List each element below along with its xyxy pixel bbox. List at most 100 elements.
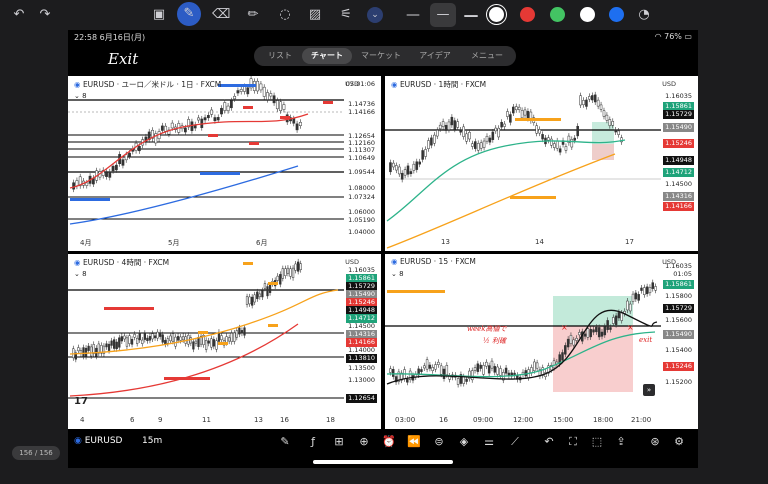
price-label: 1.13000 — [348, 376, 375, 384]
x-tick: 21:00 — [631, 416, 652, 424]
4h-red-ma — [69, 323, 299, 397]
chart-panel-1h[interactable]: ◉ EURUSD · 1時間 · FXCM USD 1.16035 1.15861… — [385, 76, 698, 251]
daily-candles — [72, 76, 302, 193]
chart-panel-daily[interactable]: ◉ EURUSD · ユーロ／米ドル · 1日 · FXCM ⌄ 8 USD 0… — [68, 76, 381, 251]
price-label: 1.14500 — [665, 180, 692, 188]
price-label: 1.15246 — [663, 139, 694, 148]
price-label: 1.15729 — [663, 110, 694, 119]
home-indicator[interactable] — [313, 460, 453, 464]
svg-text:×: × — [561, 323, 568, 332]
chart-title: ◉ EURUSD · 15 · FXCM — [391, 257, 476, 266]
price-label: 1.14712 — [663, 168, 694, 177]
svg-text:×: × — [627, 323, 634, 332]
snapshot-icon[interactable]: ⬚ — [590, 435, 604, 449]
price-label: 1.15246 — [663, 362, 694, 371]
wifi-icon: ◠ — [654, 32, 665, 41]
price-label: 1.14316 — [663, 192, 694, 201]
x-tick: 4月 — [80, 239, 92, 247]
layout-icon[interactable]: ⊞ — [332, 435, 346, 449]
settings-sliders-icon[interactable]: ⚌ — [482, 435, 496, 449]
compare-icon[interactable]: ⊜ — [432, 435, 446, 449]
color-white-swatch[interactable] — [489, 7, 504, 22]
thick-line-icon[interactable]: — — [462, 6, 480, 24]
chart-panel-4h[interactable]: 17 ◉ EURUSD · 4時間 · FXCM ⌄ 8 USD 1.16035… — [68, 254, 381, 429]
color-white2-swatch[interactable] — [580, 7, 595, 22]
chevron-down-icon[interactable]: ⌄ — [367, 7, 383, 23]
x-tick: 18:00 — [593, 416, 614, 424]
price-label: 1.14166 — [348, 108, 375, 116]
x-tick: 12:00 — [513, 416, 534, 424]
status-battery: ◠ 76% ▭ — [654, 32, 692, 41]
tab-ideas[interactable]: アイデア — [410, 46, 460, 66]
share-icon[interactable]: ⇪ — [614, 435, 628, 449]
price-label: 1.04000 — [348, 228, 375, 236]
4h-candles — [72, 258, 302, 363]
blue-zone-marker — [200, 172, 240, 175]
x-tick: 15:00 — [553, 416, 574, 424]
fullscreen-icon[interactable]: ⛶ — [566, 435, 580, 449]
x-tick: 4 — [80, 416, 85, 424]
indicators-icon[interactable]: ƒ — [306, 435, 320, 449]
highlighter-icon[interactable]: ✏ — [244, 6, 262, 24]
tab-list[interactable]: リスト — [256, 46, 304, 66]
redo-icon[interactable]: ↷ — [36, 6, 54, 24]
color-blue-swatch[interactable] — [609, 7, 624, 22]
price-label: 01:05 — [673, 270, 692, 278]
undo-icon[interactable]: ↶ — [542, 435, 556, 449]
x-tick: 6 — [130, 416, 135, 424]
tab-market[interactable]: マーケット — [352, 46, 410, 66]
price-label: 1.08000 — [348, 184, 375, 192]
chart-settings-icon[interactable]: ⚙ — [672, 435, 686, 449]
currency-label: USD — [345, 258, 359, 266]
alert-icon[interactable]: ⏰ — [382, 435, 396, 449]
indicator-count[interactable]: ⌄ 8 — [74, 270, 87, 278]
undo-icon[interactable]: ↶ — [10, 6, 28, 24]
blue-zone-marker — [70, 198, 110, 201]
pen-tool-icon[interactable]: ✎ — [177, 2, 201, 26]
tab-menu[interactable]: メニュー — [460, 46, 514, 66]
layers-icon[interactable]: ◈ — [457, 435, 471, 449]
price-label: 07:01:06 — [345, 80, 375, 88]
medium-line-icon[interactable]: — — [430, 3, 456, 27]
indicator-count[interactable]: ⌄ 8 — [391, 270, 404, 278]
color-red-swatch[interactable] — [520, 7, 535, 22]
thin-line-icon[interactable]: — — [404, 6, 422, 24]
scan-icon[interactable]: ▣ — [150, 6, 168, 24]
color-green-swatch[interactable] — [550, 7, 565, 22]
symbol-selector[interactable]: ◉ EURUSD — [74, 436, 122, 446]
replay-icon[interactable]: ⏪ — [407, 435, 421, 449]
handwritten-note: ½ 利確 — [483, 337, 507, 345]
x-tick: 13 — [441, 238, 450, 246]
tab-chart[interactable]: チャート — [302, 48, 352, 64]
pattern-icon[interactable]: ⟋ — [508, 435, 522, 449]
interval-selector[interactable]: 15m — [142, 436, 162, 446]
chart-panel-15m[interactable]: × × ◉ EURUSD · 15 · FXCM ⌄ 8 USD week高値で… — [385, 254, 698, 429]
price-label: 1.14166 — [663, 202, 694, 211]
price-label: 1.07324 — [348, 193, 375, 201]
price-label: 1.15729 — [663, 304, 694, 313]
price-label: 1.14948 — [663, 156, 694, 165]
indicator-count[interactable]: ⌄ 8 — [74, 92, 87, 100]
price-label: 1.15600 — [665, 316, 692, 324]
price-label: 1.12654 — [346, 394, 377, 403]
x-tick: 18 — [326, 416, 335, 424]
laser-icon[interactable]: ⚟ — [337, 6, 355, 24]
lasso-icon[interactable]: ◌ — [276, 6, 294, 24]
color-picker-icon[interactable]: ◔ — [635, 6, 653, 24]
image-icon[interactable]: ▨ — [306, 6, 324, 24]
segmented-nav: リスト チャート マーケット アイデア メニュー — [254, 46, 516, 66]
scroll-to-latest-button[interactable]: » — [643, 384, 655, 396]
draw-icon[interactable]: ✎ — [278, 435, 292, 449]
status-bar: 22:58 6月16日(月) ◠ 76% ▭ — [68, 30, 698, 44]
x-tick: 6月 — [256, 239, 268, 247]
x-tick: 14 — [535, 238, 544, 246]
eraser-icon[interactable]: ⌫ — [212, 6, 230, 24]
chart-1h-canvas — [385, 91, 661, 249]
price-label: 1.10649 — [348, 154, 375, 162]
chart-title: ◉ EURUSD · 1時間 · FXCM — [391, 80, 487, 89]
publish-icon[interactable]: ⊛ — [648, 435, 662, 449]
add-icon[interactable]: ⊕ — [357, 435, 371, 449]
page-indicator: 156 / 156 — [12, 446, 60, 460]
price-label: 1.15490 — [663, 123, 694, 132]
price-label: 1.05190 — [348, 216, 375, 224]
